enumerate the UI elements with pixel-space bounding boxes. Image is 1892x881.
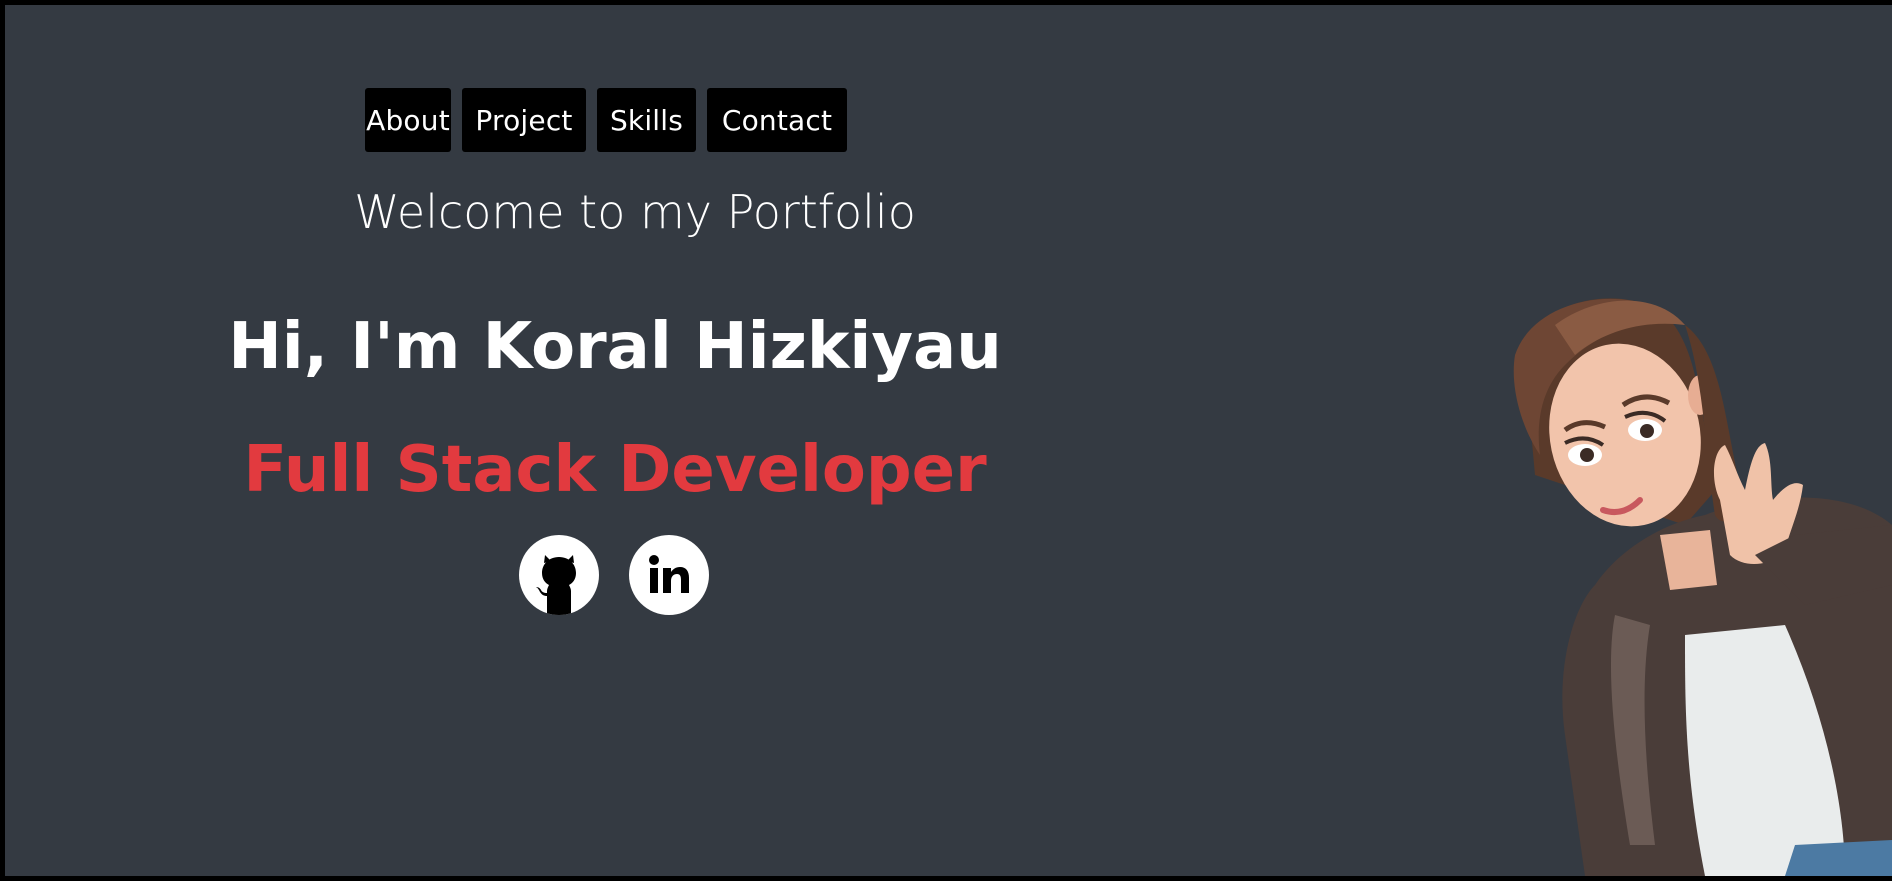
social-links	[519, 535, 709, 615]
linkedin-link[interactable]	[629, 535, 709, 615]
hero-name-heading: Hi, I'm Koral Hizkiyau	[228, 310, 1002, 384]
hero-role-heading: Full Stack Developer	[243, 433, 987, 507]
welcome-heading: Welcome to my Portfolio	[354, 185, 916, 239]
nav-project-button[interactable]: Project	[462, 88, 586, 152]
github-link[interactable]	[519, 535, 599, 615]
nav-skills-button[interactable]: Skills	[597, 88, 696, 152]
linkedin-icon	[649, 555, 689, 593]
waving-avatar-illustration	[1455, 285, 1892, 876]
top-nav: About Project Skills Contact	[365, 88, 847, 152]
nav-contact-button[interactable]: Contact	[707, 88, 847, 152]
github-icon	[536, 555, 576, 615]
nav-about-button[interactable]: About	[365, 88, 451, 152]
page-frame: About Project Skills Contact Welcome to …	[5, 5, 1892, 876]
